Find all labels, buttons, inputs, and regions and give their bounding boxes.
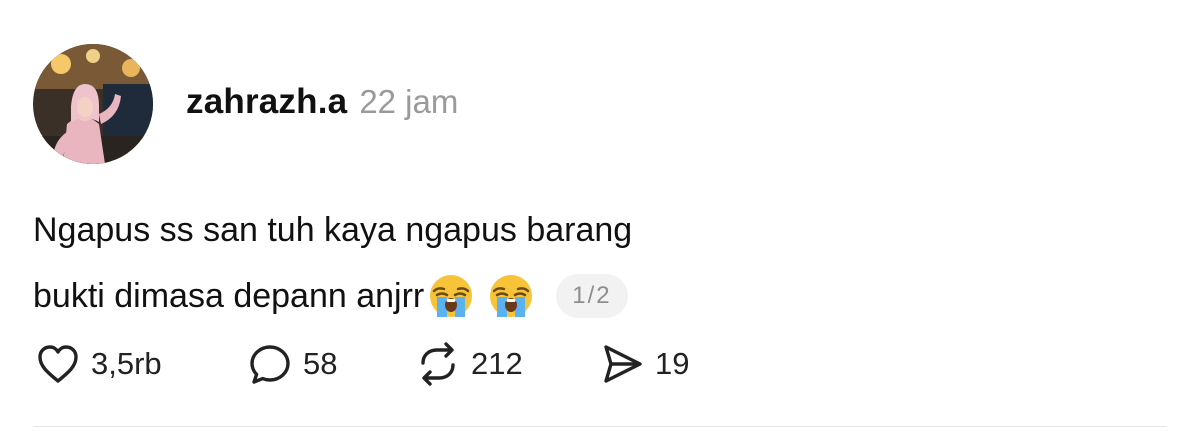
- post-text-line-2: bukti dimasa depann anjrr: [33, 277, 425, 315]
- repost-count: 212: [471, 346, 523, 381]
- like-button[interactable]: 3,5rb: [35, 341, 247, 387]
- share-button[interactable]: 19: [599, 341, 689, 387]
- action-bar: 3,5rb 58 212 19: [35, 340, 689, 388]
- username[interactable]: zahrazh.a: [186, 82, 347, 122]
- comment-bubble-icon: [250, 345, 290, 384]
- page-indicator: 1/2: [556, 274, 628, 318]
- comment-button[interactable]: 58: [247, 341, 415, 387]
- repost-button[interactable]: 212: [415, 341, 599, 387]
- post-text-line: bukti dimasa depann anjrr 1/2: [33, 263, 632, 329]
- comment-count: 58: [303, 346, 338, 381]
- avatar-photo: [33, 44, 153, 164]
- post-text: Ngapus ss san tuh kaya ngapus barang buk…: [33, 197, 632, 329]
- heart-icon: [38, 345, 78, 383]
- loudly-crying-face-emoji: [428, 273, 474, 319]
- avatar[interactable]: [33, 44, 153, 164]
- timestamp: 22 jam: [359, 83, 459, 120]
- share-count: 19: [655, 346, 690, 381]
- like-count: 3,5rb: [91, 346, 162, 381]
- send-icon: [604, 345, 642, 383]
- post-text-line-1: Ngapus ss san tuh kaya ngapus barang: [33, 211, 633, 249]
- divider: [33, 426, 1167, 427]
- post-header: zahrazh.a 22 jam: [186, 82, 458, 126]
- repost-icon: [421, 342, 455, 386]
- loudly-crying-face-emoji: [488, 273, 534, 319]
- post-text-line: Ngapus ss san tuh kaya ngapus barang: [33, 197, 632, 263]
